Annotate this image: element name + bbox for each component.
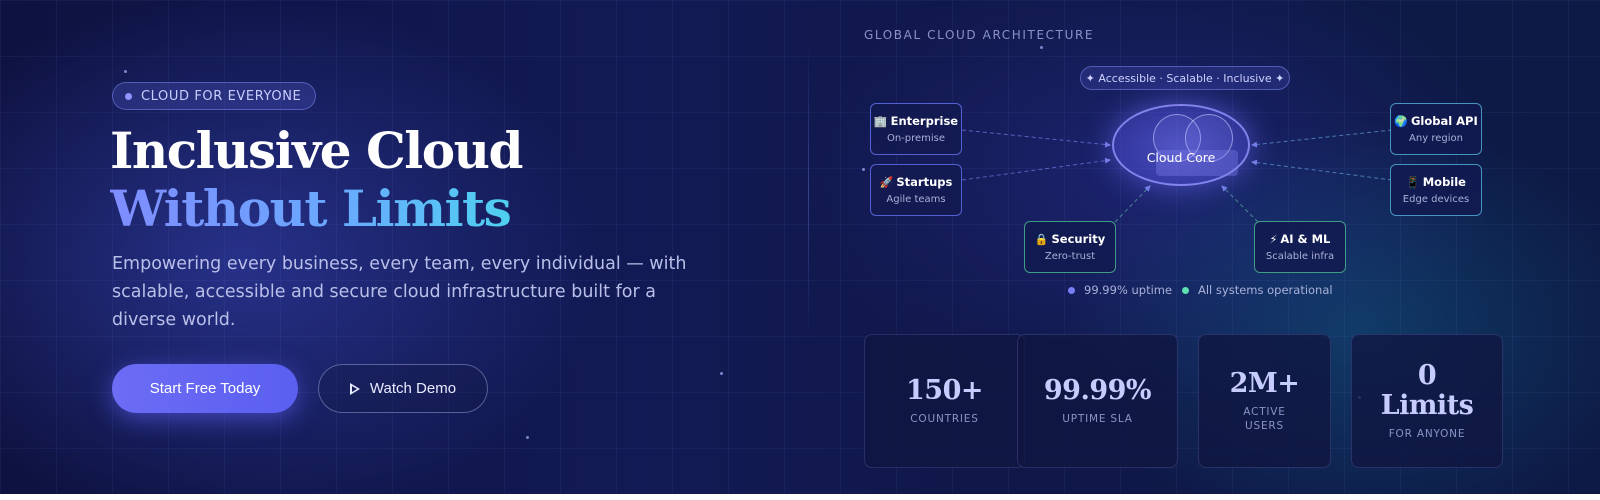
node-security-sub: Zero-trust (1044, 251, 1096, 262)
start-free-label: Start Free Today (149, 380, 261, 397)
node-mobile-sub: Edge devices (1402, 194, 1470, 205)
node-security-title: Security (1051, 232, 1106, 246)
stat-card-countries: 150+ COUNTRIES (864, 334, 1025, 468)
node-global-api: 🌍 Global API Any region (1390, 103, 1482, 155)
hero-title: Inclusive Cloud (110, 121, 523, 180)
start-free-button[interactable]: Start Free Today (112, 364, 298, 413)
hero-title-highlight: Without Limits (110, 179, 512, 238)
tagline-pill: ✦ Accessible · Scalable · Inclusive ✦ (1080, 66, 1290, 90)
lightning-icon: ⚡ (1269, 233, 1278, 246)
status-dot-icon (1182, 286, 1189, 294)
play-icon (349, 382, 360, 395)
node-startups-sub: Agile teams (886, 194, 946, 205)
stat-value: 2M+ (1229, 368, 1300, 399)
stat-value: 150+ (906, 375, 983, 406)
node-api-title: Global API (1410, 114, 1478, 128)
node-ai-sub: Scalable infra (1265, 251, 1335, 262)
globe-icon: 🌍 (1394, 115, 1408, 128)
node-mobile: 📱 Mobile Edge devices (1390, 164, 1482, 216)
star-decoration (1040, 46, 1043, 49)
status-uptime-text: 99.99% uptime (1084, 283, 1173, 297)
stat-value: 0 Limits (1380, 360, 1474, 421)
stat-card-limits: 0 Limits FOR ANYONE (1351, 334, 1503, 468)
star-decoration (862, 168, 865, 171)
node-startups-title: Startups (896, 175, 953, 189)
bottom-edge (0, 494, 1600, 500)
stat-card-uptime: 99.99% UPTIME SLA (1017, 334, 1178, 468)
star-decoration (526, 436, 529, 439)
mobile-phone-icon: 📱 (1406, 176, 1420, 189)
hero-subtitle: Empowering every business, every team, e… (112, 254, 687, 330)
star-decoration (720, 372, 723, 375)
stat-label: ACTIVE USERS (1243, 406, 1286, 432)
stat-label: FOR ANYONE (1388, 428, 1466, 440)
hero-section: CLOUD FOR EVERYONE Inclusive Cloud Witho… (0, 0, 1600, 500)
lock-icon: 🔒 (1034, 233, 1049, 246)
status-uptime: 99.99% uptime (1068, 283, 1172, 297)
badge-label: CLOUD FOR EVERYONE (141, 88, 302, 104)
watch-demo-button[interactable]: Watch Demo (318, 364, 488, 413)
node-ai-ml: ⚡ AI & ML Scalable infra (1254, 221, 1346, 273)
node-security: 🔒 Security Zero-trust (1024, 221, 1116, 273)
node-enterprise: 🏢 Enterprise On-premise (870, 103, 962, 155)
badge-dot-icon (125, 92, 132, 100)
category-badge: CLOUD FOR EVERYONE (112, 82, 317, 110)
architecture-label: GLOBAL CLOUD ARCHITECTURE (864, 28, 1095, 42)
node-api-sub: Any region (1409, 133, 1463, 144)
stat-card-users: 2M+ ACTIVE USERS (1198, 334, 1331, 468)
status-dot-icon (1068, 286, 1075, 294)
star-decoration (124, 70, 127, 73)
stat-label: COUNTRIES (910, 413, 979, 425)
rocket-icon: 🚀 (879, 176, 894, 189)
stat-label: UPTIME SLA (1062, 413, 1133, 425)
cloud-core-label: Cloud Core (1146, 150, 1216, 165)
watch-demo-label: Watch Demo (369, 380, 457, 397)
node-enterprise-sub: On-premise (886, 133, 946, 144)
node-enterprise-title: Enterprise (890, 114, 959, 128)
node-mobile-title: Mobile (1422, 175, 1466, 189)
node-startups: 🚀 Startups Agile teams (870, 164, 962, 216)
status-operational: All systems operational (1182, 283, 1333, 297)
node-ai-title: AI & ML (1280, 232, 1331, 246)
status-operational-text: All systems operational (1198, 283, 1333, 297)
building-icon: 🏢 (873, 115, 888, 128)
column-divider (808, 40, 809, 340)
stat-value: 99.99% (1043, 375, 1152, 406)
